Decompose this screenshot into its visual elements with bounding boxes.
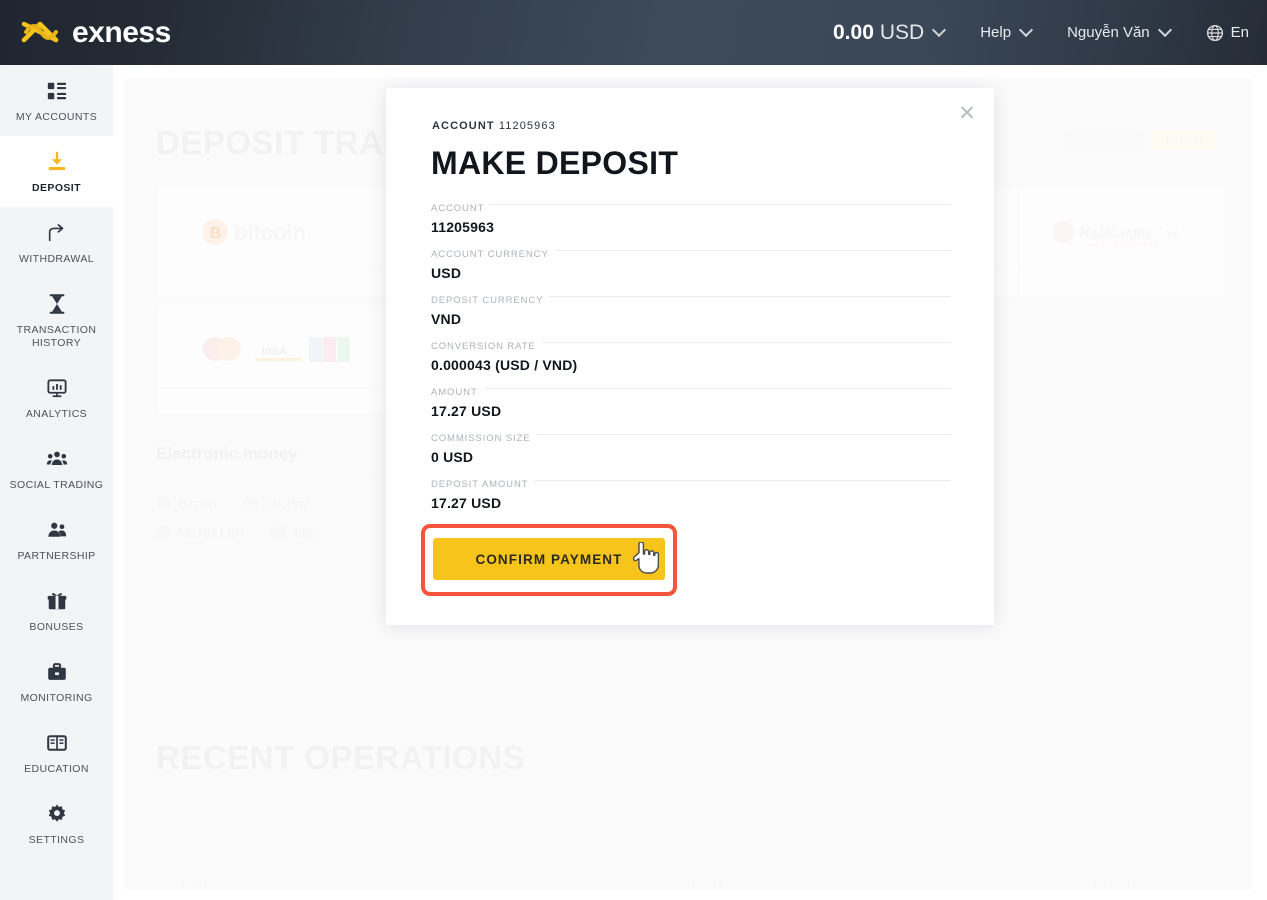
gift-icon xyxy=(46,588,68,614)
people-group-icon xyxy=(46,446,68,472)
brand-name: exness xyxy=(72,15,171,49)
field-value: USD xyxy=(431,265,462,281)
user-menu[interactable]: Nguyễn Văn xyxy=(1067,22,1172,41)
sidebar-item-transaction-history[interactable]: TRANSACTION HISTORY xyxy=(0,278,113,362)
field-label: AMOUNT xyxy=(431,387,484,398)
sidebar-item-label: SOCIAL TRADING xyxy=(9,479,104,491)
field-value: 17.27 USD xyxy=(431,403,502,419)
sidebar-item-label: EDUCATION xyxy=(24,763,89,775)
chevron-down-icon xyxy=(1157,22,1172,38)
modal-account-eyebrow-number: 11205963 xyxy=(498,120,556,132)
field-commission-size: COMMISSION SIZE 0 USD xyxy=(431,428,951,465)
user-name: Nguyễn Văn xyxy=(1067,24,1150,41)
field-label: ACCOUNT CURRENCY xyxy=(431,249,555,260)
left-sidebar: MY ACCOUNTS DEPOSIT WITHDRAWAL TRANSACTION … xyxy=(0,65,113,900)
modal-account-eyebrow-label: ACCOUNT xyxy=(432,120,495,132)
field-value: 0.000043 (USD / VND) xyxy=(431,357,578,373)
field-account: ACCOUNT 11205963 xyxy=(431,198,951,235)
field-amount: AMOUNT 17.27 USD xyxy=(431,382,951,419)
field-account-currency: ACCOUNT CURRENCY USD xyxy=(431,244,951,281)
field-conversion-rate: CONVERSION RATE 0.000043 (USD / VND) xyxy=(431,336,951,373)
balance-menu[interactable]: 0.00 USD xyxy=(833,20,947,45)
upload-arrow-icon xyxy=(46,220,68,246)
chevron-down-icon xyxy=(1019,22,1034,38)
language-label: En xyxy=(1230,24,1249,41)
close-icon[interactable]: ✕ xyxy=(954,100,980,126)
hourglass-icon xyxy=(46,291,68,317)
balance-currency: USD xyxy=(879,20,925,44)
field-rule xyxy=(431,204,951,205)
sidebar-item-education[interactable]: EDUCATION xyxy=(0,717,113,788)
globe-icon xyxy=(1206,24,1224,42)
two-people-icon xyxy=(46,517,68,543)
language-switcher[interactable]: En xyxy=(1206,24,1249,42)
field-deposit-currency: DEPOSIT CURRENCY VND xyxy=(431,290,951,327)
sidebar-item-label: BONUSES xyxy=(29,621,84,633)
help-label: Help xyxy=(980,24,1012,41)
sidebar-item-withdrawal[interactable]: WITHDRAWAL xyxy=(0,207,113,278)
chart-board-icon xyxy=(46,375,68,401)
download-tray-icon xyxy=(46,149,68,175)
field-value: VND xyxy=(431,311,462,327)
field-rule xyxy=(431,388,951,389)
field-value: 11205963 xyxy=(431,219,495,235)
chevron-down-icon xyxy=(932,22,947,38)
field-value: 17.27 USD xyxy=(431,495,502,511)
sidebar-item-label: DEPOSIT xyxy=(32,182,81,194)
sidebar-item-label: MY ACCOUNTS xyxy=(15,111,98,123)
modal-account-eyebrow: ACCOUNT 11205963 xyxy=(432,120,556,132)
sidebar-item-label: PARTNERSHIP xyxy=(17,550,96,562)
sidebar-item-label: SETTINGS xyxy=(28,834,85,846)
field-value: 0 USD xyxy=(431,449,474,465)
field-label: ACCOUNT xyxy=(431,203,491,214)
sidebar-item-label: TRANSACTION HISTORY xyxy=(16,324,97,349)
top-header: exness 0.00 USD Help Nguyễn Văn En xyxy=(0,0,1267,65)
app-root: exness 0.00 USD Help Nguyễn Văn En MY AC… xyxy=(0,0,1267,900)
help-menu[interactable]: Help xyxy=(980,22,1034,41)
sidebar-item-label: WITHDRAWAL xyxy=(19,253,94,265)
gear-icon xyxy=(46,801,68,827)
field-label: COMMISSION SIZE xyxy=(431,433,537,444)
balance-amount: 0.00 xyxy=(833,20,874,44)
sidebar-item-bonuses[interactable]: BONUSES xyxy=(0,575,113,646)
deposit-summary-fields: ACCOUNT 11205963 ACCOUNT CURRENCY USD DEPOSI… xyxy=(431,198,951,520)
field-label: CONVERSION RATE xyxy=(431,341,542,352)
field-deposit-amount: DEPOSIT AMOUNT 17.27 USD xyxy=(431,474,951,511)
exness-logo-icon xyxy=(20,15,66,51)
sidebar-item-label: MONITORING xyxy=(20,692,93,704)
grid-list-icon xyxy=(46,78,68,104)
sidebar-item-partnership[interactable]: PARTNERSHIP xyxy=(0,504,113,575)
open-book-icon xyxy=(46,730,68,756)
field-label: DEPOSIT AMOUNT xyxy=(431,479,535,490)
sidebar-item-deposit[interactable]: DEPOSIT xyxy=(0,136,113,207)
sidebar-item-social-trading[interactable]: SOCIAL TRADING xyxy=(0,433,113,504)
sidebar-item-analytics[interactable]: ANALYTICS xyxy=(0,362,113,433)
sidebar-item-label: ANALYTICS xyxy=(25,408,88,420)
sidebar-item-my-accounts[interactable]: MY ACCOUNTS xyxy=(0,65,113,136)
field-label: DEPOSIT CURRENCY xyxy=(431,295,550,306)
sidebar-item-monitoring[interactable]: MONITORING xyxy=(0,646,113,717)
sidebar-item-settings[interactable]: SETTINGS xyxy=(0,788,113,859)
header-right-group: 0.00 USD Help Nguyễn Văn En xyxy=(797,0,1249,65)
brand-logo[interactable]: exness xyxy=(20,15,171,51)
briefcase-icon xyxy=(46,659,68,685)
modal-title: MAKE DEPOSIT xyxy=(431,145,679,181)
confirm-payment-button[interactable]: CONFIRM PAYMENT xyxy=(433,538,665,580)
